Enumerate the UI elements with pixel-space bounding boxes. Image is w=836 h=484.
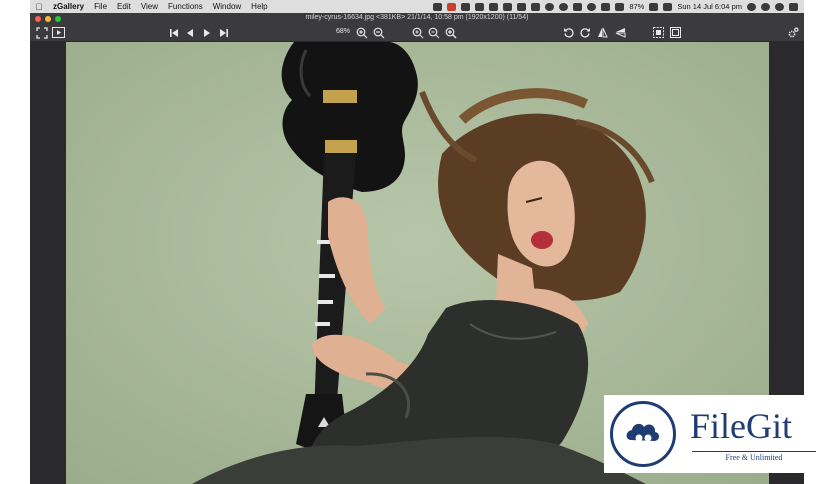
app-status-icon[interactable] [447, 2, 457, 11]
zoom-out-icon[interactable] [372, 26, 386, 39]
slideshow-icon[interactable] [51, 26, 66, 39]
battery-percent[interactable]: 87% [629, 2, 644, 11]
status-menus: 87% Sun 14 Jul 6:04 pm [433, 2, 804, 11]
flag-icon[interactable] [663, 2, 673, 11]
clock-icon[interactable] [587, 2, 597, 11]
previous-image-icon[interactable] [184, 26, 196, 39]
box-icon[interactable] [517, 2, 527, 11]
menu-functions[interactable]: Functions [163, 2, 208, 11]
zoom-in-icon[interactable] [355, 26, 369, 39]
flip-vertical-icon[interactable] [614, 26, 627, 39]
menu-window[interactable]: Window [208, 2, 246, 11]
notification-center-icon[interactable] [789, 2, 798, 11]
zoom-level: 68% [336, 28, 351, 35]
zoom-actual-size-icon[interactable] [427, 26, 441, 39]
flip-horizontal-icon[interactable] [596, 26, 609, 39]
filegit-watermark: FileGit Free & Unlimited [604, 395, 826, 473]
crop-icon[interactable] [652, 26, 665, 39]
app-menu[interactable]: zGallery [48, 2, 89, 11]
menu-help[interactable]: Help [246, 2, 272, 11]
app-status-icon[interactable] [475, 2, 485, 11]
siri-icon[interactable] [775, 2, 784, 11]
filegit-name: FileGit [690, 406, 793, 446]
app-status-icon[interactable] [559, 2, 569, 11]
resize-icon[interactable] [669, 26, 682, 39]
fullscreen-icon[interactable] [35, 26, 49, 39]
info-icon[interactable] [545, 2, 555, 11]
filegit-divider [692, 451, 816, 452]
next-image-icon[interactable] [201, 26, 213, 39]
clock[interactable]: Sun 14 Jul 6:04 pm [677, 2, 742, 11]
menu-bar:  zGallery File Edit View Functions Wind… [30, 0, 804, 13]
menu-edit[interactable]: Edit [112, 2, 136, 11]
menu-file[interactable]: File [89, 2, 112, 11]
filegit-logo [610, 401, 676, 467]
cloud-logo-icon [626, 423, 660, 442]
menu-view[interactable]: View [136, 2, 163, 11]
window-title-bar: miley-cyrus-16634.jpg <381KB> 21/1/14, 1… [30, 13, 804, 24]
dropbox-icon[interactable] [503, 2, 513, 11]
apple-menu-icon[interactable]:  [30, 2, 48, 12]
app-status-icon[interactable] [531, 2, 541, 11]
spotlight-search-icon[interactable] [761, 2, 770, 11]
wifi-icon[interactable] [601, 2, 611, 11]
first-image-icon[interactable] [168, 26, 180, 39]
app-status-icon[interactable] [615, 2, 625, 11]
battery-icon[interactable] [649, 2, 659, 11]
settings-gear-icon[interactable] [786, 26, 800, 39]
camera-icon[interactable] [433, 2, 443, 11]
toolbar: 68% [30, 24, 804, 41]
window-title: miley-cyrus-16634.jpg <381KB> 21/1/14, 1… [305, 14, 529, 21]
last-image-icon[interactable] [218, 26, 230, 39]
evernote-icon[interactable] [489, 2, 499, 11]
rotate-right-icon[interactable] [579, 26, 592, 39]
rotate-left-icon[interactable] [562, 26, 575, 39]
zoom-fill-icon[interactable] [444, 26, 458, 39]
user-icon[interactable] [747, 2, 756, 11]
zoom-to-fit-icon[interactable] [411, 26, 425, 39]
filegit-tagline: Free & Unlimited [725, 453, 783, 462]
tools-icon[interactable] [461, 2, 471, 11]
cloud-icon[interactable] [573, 2, 583, 11]
